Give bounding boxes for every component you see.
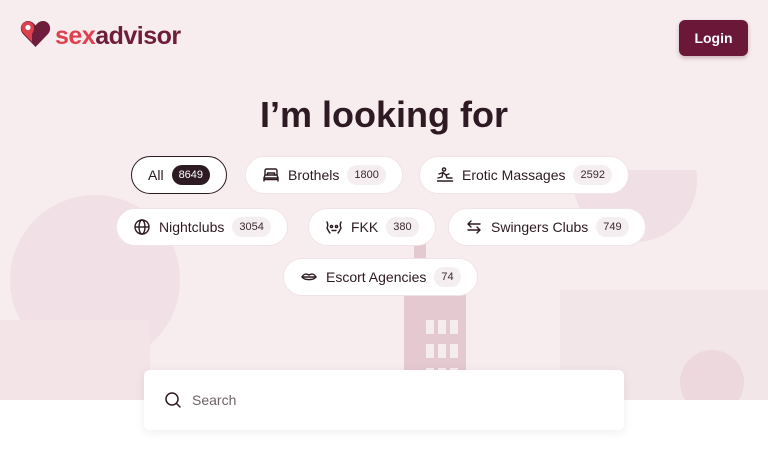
- category-label: Escort Agencies: [326, 269, 427, 285]
- category-label: FKK: [351, 219, 379, 235]
- logo[interactable]: sexadvisor: [20, 20, 181, 53]
- heart-pin-icon: [20, 20, 51, 53]
- category-label: Swingers Clubs: [491, 219, 589, 235]
- logo-text: sexadvisor: [55, 22, 181, 50]
- category-label: Brothels: [288, 167, 340, 183]
- category-count: 380: [386, 217, 419, 237]
- login-button[interactable]: Login: [679, 20, 748, 56]
- sauna-icon: [325, 218, 343, 236]
- search-box[interactable]: [144, 370, 624, 430]
- massage-icon: [436, 166, 454, 184]
- category-count: 8649: [171, 165, 211, 185]
- category-escort-agencies[interactable]: Escort Agencies 74: [283, 258, 478, 296]
- category-label: Nightclubs: [159, 219, 225, 235]
- category-erotic-massages[interactable]: Erotic Massages 2592: [419, 156, 629, 194]
- search-input[interactable]: [192, 392, 604, 408]
- category-count: 2592: [573, 165, 612, 185]
- category-label: All: [148, 167, 164, 183]
- category-label: Erotic Massages: [462, 167, 566, 183]
- bed-icon: [262, 166, 280, 184]
- swap-arrows-icon: [465, 218, 483, 236]
- category-count: 74: [434, 267, 461, 287]
- category-swingers-clubs[interactable]: Swingers Clubs 749: [448, 208, 646, 246]
- category-brothels[interactable]: Brothels 1800: [245, 156, 403, 194]
- globe-icon: [133, 218, 151, 236]
- logo-text-part1: sex: [55, 22, 96, 50]
- category-fkk[interactable]: FKK 380: [308, 208, 436, 246]
- category-nightclubs[interactable]: Nightclubs 3054: [116, 208, 288, 246]
- category-count: 3054: [232, 217, 271, 237]
- category-count: 749: [596, 217, 629, 237]
- lips-icon: [300, 268, 318, 286]
- category-count: 1800: [347, 165, 386, 185]
- category-all[interactable]: All 8649: [131, 156, 228, 194]
- logo-text-part2: advisor: [95, 22, 181, 50]
- page-title: I’m looking for: [260, 94, 508, 135]
- search-icon: [164, 391, 182, 409]
- hero-section: sexadvisor Login I’m looking for All 864…: [0, 0, 768, 400]
